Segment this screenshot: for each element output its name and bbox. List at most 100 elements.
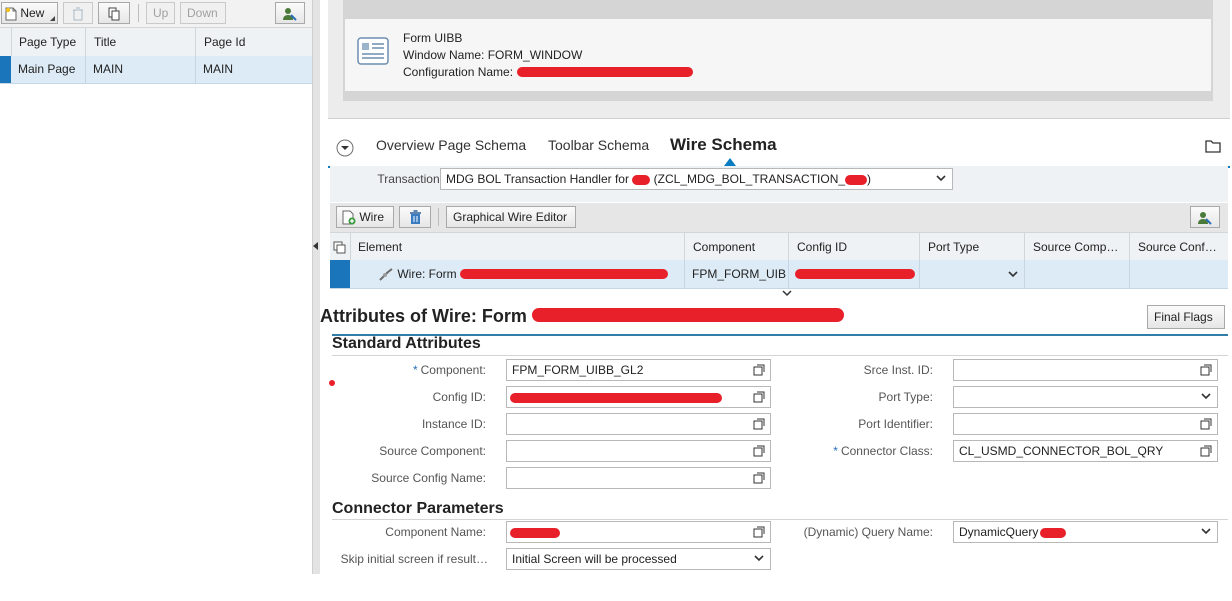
srce-inst-id-field[interactable] [953, 359, 1218, 381]
cell-element: Wire: Form [350, 260, 685, 288]
personalize-button[interactable] [1190, 206, 1220, 228]
form-uibb-icon [357, 37, 389, 65]
add-wire-button[interactable]: Wire [336, 206, 394, 228]
column-header-source-conf[interactable]: Source Conf… [1130, 233, 1228, 261]
component-name-label: Component Name: [385, 525, 486, 539]
column-header-page-type[interactable]: Page Type [11, 28, 86, 56]
personalize-button[interactable] [275, 2, 305, 24]
value-help-icon[interactable] [753, 418, 765, 430]
value-help-icon[interactable] [1200, 445, 1212, 457]
attributes-panel: Attributes of Wire: Form Final Flags Sta… [320, 297, 1232, 577]
value-help-icon[interactable] [753, 391, 765, 403]
port-identifier-label: Port Identifier: [858, 417, 933, 431]
new-button[interactable]: New [1, 2, 58, 24]
cell-port-type[interactable] [920, 260, 1025, 288]
value-help-icon[interactable] [753, 472, 765, 484]
source-config-name-label: Source Config Name: [371, 471, 486, 485]
select-all-cell[interactable] [330, 233, 351, 261]
connector-class-label-text: Connector Class: [840, 444, 933, 458]
component-label: * Component: [412, 363, 486, 377]
wire-toolbar: Wire Graphical Wire Editor [330, 203, 1228, 232]
down-button[interactable]: Down [180, 2, 226, 24]
component-field[interactable]: FPM_FORM_UIBB_GL2 [506, 359, 771, 381]
redaction-mark [517, 67, 693, 77]
wire-link-icon [379, 268, 393, 281]
row-selection-marker[interactable] [330, 260, 350, 288]
column-header-source-comp[interactable]: Source Comp… [1025, 233, 1130, 261]
uibb-preview-inner: Form UIBB Window Name: FORM_WINDOW Confi… [343, 0, 1213, 101]
new-document-icon [342, 210, 356, 225]
redaction-mark [795, 269, 915, 279]
chevron-down-icon [1201, 393, 1211, 400]
attributes-title: Attributes of Wire: Form [320, 306, 527, 326]
graphical-wire-editor-button[interactable]: Graphical Wire Editor [446, 206, 576, 228]
chevron-down-icon [754, 555, 764, 562]
uibb-type: Form UIBB [403, 31, 463, 45]
table-row[interactable]: Main Page MAIN MAIN [0, 56, 312, 84]
cell-title: MAIN [86, 56, 196, 83]
instance-id-field[interactable] [506, 413, 771, 435]
copy-icon [108, 7, 119, 21]
row-selection-marker[interactable] [0, 56, 11, 83]
cell-source-comp [1025, 260, 1130, 288]
tab-wire-schema[interactable]: Wire Schema [670, 135, 777, 155]
trash-icon [409, 210, 421, 225]
transaction-value-close: ) [867, 172, 872, 186]
collapse-panel-icon[interactable] [336, 139, 354, 157]
component-name-field[interactable] [506, 521, 771, 543]
standard-attributes-heading: Standard Attributes [332, 335, 481, 352]
config-id-field[interactable] [506, 386, 771, 408]
new-button-label: New [20, 6, 45, 20]
final-flags-button[interactable]: Final Flags [1147, 305, 1225, 329]
skip-initial-screen-label: Skip initial screen if result… [340, 552, 488, 566]
source-component-field[interactable] [506, 440, 771, 462]
redaction-mark [1040, 528, 1066, 538]
value-help-icon[interactable] [753, 364, 765, 376]
personalize-icon [283, 7, 297, 21]
pages-table-header: Page Type Title Page Id [0, 28, 312, 57]
transaction-select[interactable]: MDG BOL Transaction Handler for (ZCL_MDG… [440, 168, 953, 190]
uibb-window-name: Window Name: FORM_WINDOW [403, 48, 583, 62]
column-header-config-id[interactable]: Config ID [789, 233, 920, 261]
value-help-icon[interactable] [753, 445, 765, 457]
table-row[interactable]: Wire: Form FPM_FORM_UIB [330, 260, 1228, 289]
column-header-port-type[interactable]: Port Type [920, 233, 1025, 261]
pane-splitter[interactable] [312, 0, 320, 574]
column-header-element[interactable]: Element [350, 233, 685, 261]
connector-class-field[interactable]: CL_USMD_CONNECTOR_BOL_QRY [953, 440, 1218, 462]
port-identifier-field[interactable] [953, 413, 1218, 435]
trash-icon [73, 7, 83, 21]
transaction-value-class: (ZCL_MDG_BOL_TRANSACTION_ [653, 172, 846, 186]
srce-inst-id-label: Srce Inst. ID: [863, 363, 933, 377]
delete-wire-button[interactable] [399, 206, 431, 228]
section-rule [332, 355, 1228, 356]
delete-button[interactable] [63, 2, 93, 24]
left-pane: New Up Down Page Type Title Page Id Main… [0, 0, 312, 601]
right-pane: Form UIBB Window Name: FORM_WINDOW Confi… [320, 0, 1232, 601]
value-help-icon[interactable] [1200, 418, 1212, 430]
column-header-title[interactable]: Title [86, 28, 196, 56]
column-header-component[interactable]: Component [685, 233, 789, 261]
maximize-icon[interactable] [1205, 139, 1221, 153]
value-help-icon[interactable] [753, 526, 765, 538]
skip-initial-screen-select[interactable]: Initial Screen will be processed [506, 548, 771, 570]
value-help-icon[interactable] [1200, 364, 1212, 376]
pages-table: Page Type Title Page Id Main Page MAIN M… [0, 28, 312, 84]
marker-dot [329, 380, 335, 386]
component-label-text: Component: [420, 363, 486, 377]
port-type-select[interactable] [953, 386, 1218, 408]
chevron-down-icon [1201, 528, 1211, 535]
source-config-name-field[interactable] [506, 467, 771, 489]
chevron-down-icon [1008, 271, 1018, 278]
chevron-down-icon [936, 175, 946, 182]
query-name-select[interactable]: DynamicQuery [953, 521, 1218, 543]
cell-component: FPM_FORM_UIB [685, 260, 789, 288]
up-button[interactable]: Up [146, 2, 175, 24]
uibb-card[interactable]: Form UIBB Window Name: FORM_WINDOW Confi… [345, 19, 1211, 91]
tab-toolbar-schema[interactable]: Toolbar Schema [548, 137, 649, 153]
wire-table: Element Component Config ID Port Type So… [330, 232, 1228, 289]
tab-overview-page-schema[interactable]: Overview Page Schema [376, 137, 526, 153]
column-header-page-id[interactable]: Page Id [196, 28, 312, 56]
collapse-left-icon[interactable] [313, 242, 319, 250]
copy-button[interactable] [98, 2, 130, 24]
